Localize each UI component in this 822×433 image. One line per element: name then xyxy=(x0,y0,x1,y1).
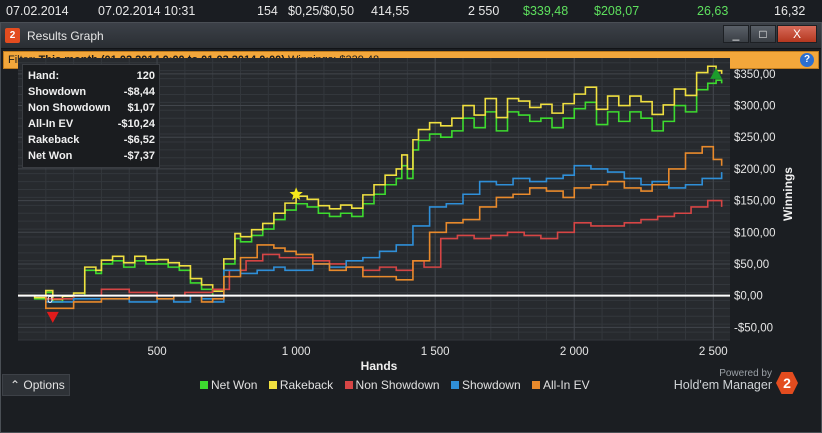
x-tick-label: 1 500 xyxy=(421,346,450,358)
y-tick-label: $50,00 xyxy=(734,259,769,271)
stat-row-net-won: Net Won -$7,37 xyxy=(28,150,155,162)
chart-legend: Net Won Rakeback Non Showdown Showdown A… xyxy=(200,378,598,392)
stat-row-rakeback: Rakeback -$6,52 xyxy=(28,134,155,146)
chevron-up-icon: ⌃ xyxy=(10,378,24,392)
zero-point-label: 0 xyxy=(47,295,53,306)
hm-logo-icon: 2 xyxy=(776,372,798,394)
legend-swatch xyxy=(344,381,353,389)
x-axis-label: Hands xyxy=(361,359,398,373)
low-point-marker xyxy=(46,311,59,323)
legend-swatch xyxy=(268,381,277,389)
y-tick-label: $350,00 xyxy=(734,69,776,81)
y-tick-label: $300,00 xyxy=(734,101,776,113)
series-line-showdown xyxy=(18,164,723,303)
stat-row-non-showdown: Non Showdown $1,07 xyxy=(28,102,155,114)
legend-showdown[interactable]: Showdown xyxy=(450,378,521,392)
legend-swatch xyxy=(200,381,208,389)
x-tick-label: 2 500 xyxy=(699,346,728,358)
y-tick-label: $200,00 xyxy=(734,164,776,176)
y-tick-label: $100,00 xyxy=(734,227,776,239)
legend-non-showdown[interactable]: Non Showdown xyxy=(344,378,440,392)
hand-stats-tooltip: Hand: 120 Showdown -$8,44 Non Showdown $1,0… xyxy=(22,64,160,168)
stat-row-showdown: Showdown -$8,44 xyxy=(28,86,155,98)
x-tick-label: 500 xyxy=(147,346,166,358)
product-name: Hold'em Manager xyxy=(673,378,772,392)
legend-net-won[interactable]: Net Won xyxy=(200,378,257,392)
legend-swatch xyxy=(450,381,459,389)
y-tick-label: $0,00 xyxy=(734,291,763,303)
options-button[interactable]: ⌃ Options xyxy=(2,374,70,396)
options-label: Options xyxy=(23,378,65,392)
branding: Powered by Hold'em Manager 2 xyxy=(673,366,806,398)
legend-rakeback[interactable]: Rakeback xyxy=(268,378,333,392)
y-tick-label: $150,00 xyxy=(734,196,776,208)
stat-row-allin-ev: All-In EV -$10,24 xyxy=(28,118,155,130)
legend-allin-ev[interactable]: All-In EV xyxy=(532,378,590,392)
x-tick-label: 2 000 xyxy=(560,346,589,358)
x-tick-label: 1 000 xyxy=(282,346,311,358)
legend-swatch xyxy=(532,381,540,389)
stat-row-hand: Hand: 120 xyxy=(28,70,155,82)
y-axis-label: Winnings xyxy=(781,167,795,221)
y-tick-label: -$50,00 xyxy=(734,322,773,334)
results-graph-screen: 07.02.2014 07.02.2014 10:31 154 $0,25/$0… xyxy=(0,0,822,433)
y-tick-label: $250,00 xyxy=(734,132,776,144)
